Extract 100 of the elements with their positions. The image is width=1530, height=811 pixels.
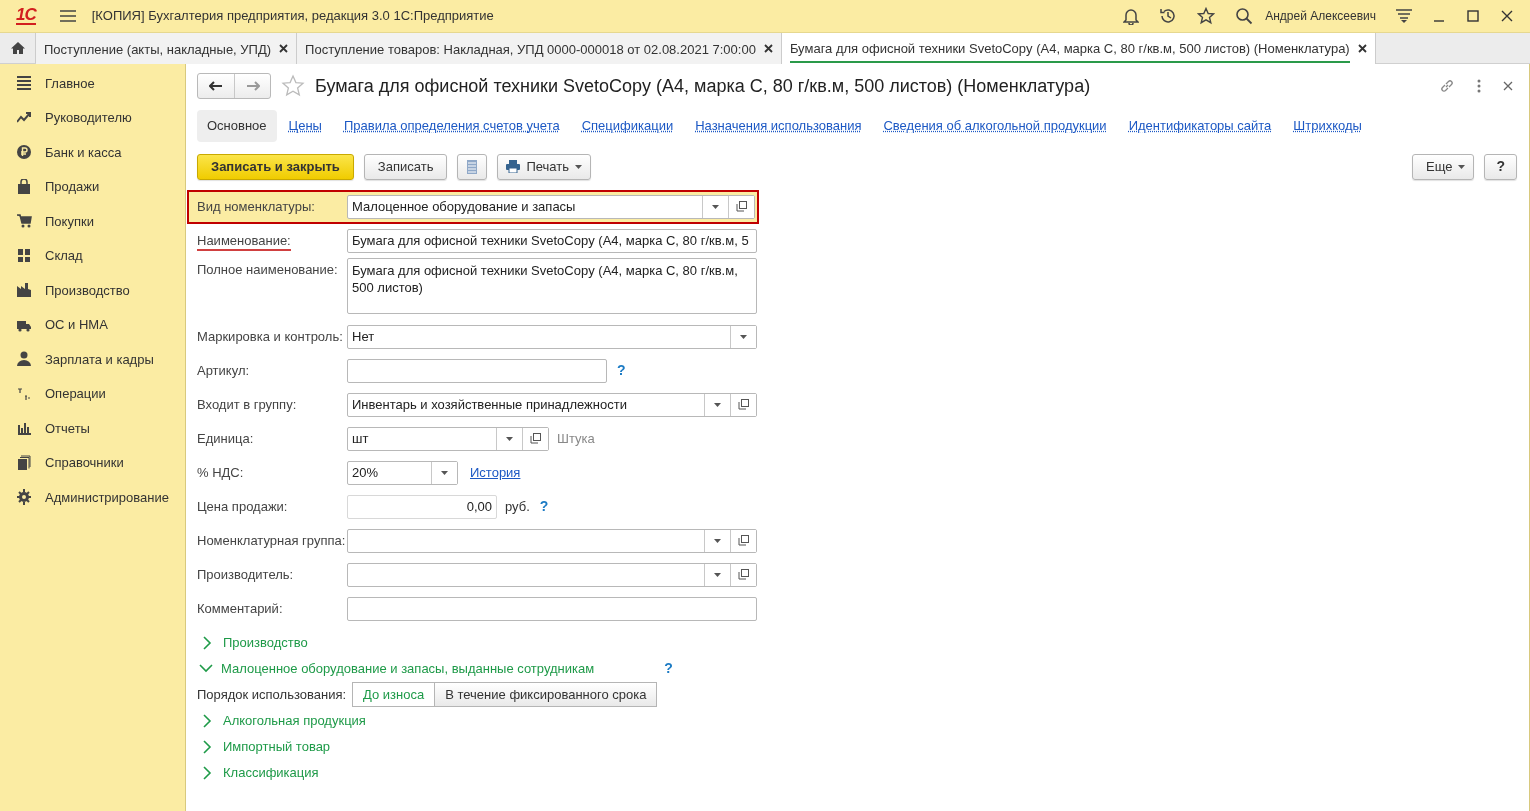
printer-icon: [506, 160, 521, 173]
close-icon[interactable]: [1503, 81, 1513, 91]
bell-icon[interactable]: [1123, 7, 1140, 25]
open-tab[interactable]: Бумага для офисной техники SvetoCopy (А4, марка С, 80 г/кв.м, 500 листов) (Номенклатура): [781, 33, 1376, 64]
open-icon: [736, 201, 747, 212]
form-tab[interactable]: Идентификаторы сайта: [1118, 110, 1282, 142]
combo-field[interactable]: Инвентарь и хозяйственные принадлежности: [347, 392, 757, 417]
star-icon[interactable]: [281, 74, 305, 98]
caret-icon: [1458, 164, 1466, 169]
maximize-icon[interactable]: [1466, 9, 1480, 23]
combo-field[interactable]: 20%: [347, 460, 458, 485]
caret-icon: [441, 470, 448, 475]
caret-icon: [575, 164, 582, 169]
open-button[interactable]: [730, 563, 756, 586]
history-icon[interactable]: [1159, 7, 1178, 25]
coin-icon: [17, 144, 32, 161]
sidebar-item[interactable]: Покупки: [45, 211, 94, 231]
open-button[interactable]: [728, 195, 754, 218]
print-button[interactable]: Печать: [497, 153, 591, 180]
sidebar-item[interactable]: Операции: [45, 384, 106, 404]
combo-field[interactable]: [347, 528, 757, 553]
field-label: Комментарий:: [197, 600, 283, 616]
form-tab[interactable]: Правила определения счетов учета: [333, 110, 570, 142]
field-label: Вид номенклатуры:: [197, 198, 315, 214]
sidebar-item[interactable]: Руководителю: [45, 108, 132, 128]
settings-icon[interactable]: [1396, 9, 1412, 23]
star-icon[interactable]: [1197, 7, 1216, 25]
form-tab[interactable]: Спецификации: [571, 110, 684, 142]
link-icon[interactable]: [1439, 78, 1455, 94]
history-link[interactable]: История: [470, 462, 521, 483]
combo-field[interactable]: Малоценное оборудование и запасы: [347, 194, 755, 219]
dropdown-button[interactable]: [730, 325, 756, 348]
section-header[interactable]: Алкогольная продукция: [223, 710, 366, 731]
help-mark[interactable]: ?: [664, 658, 673, 679]
gear-icon: [17, 489, 32, 506]
close-icon[interactable]: [763, 44, 773, 53]
input-field[interactable]: 0,00: [348, 495, 496, 518]
caret-icon: [712, 204, 719, 209]
books-icon: [17, 454, 32, 471]
list-button[interactable]: [457, 153, 488, 180]
open-icon: [530, 433, 541, 444]
sidebar-item[interactable]: Отчеты: [45, 418, 90, 438]
section-header[interactable]: Импортный товар: [223, 736, 331, 757]
open-button[interactable]: [730, 529, 756, 552]
form-tab[interactable]: Основное: [197, 110, 277, 142]
combo-input[interactable]: Малоценное оборудование и запасы: [348, 195, 702, 218]
form-tab[interactable]: Цены: [278, 110, 332, 142]
list-icon: [17, 75, 32, 92]
open-button[interactable]: [730, 393, 756, 416]
save-button[interactable]: Записать: [363, 153, 448, 180]
option-button[interactable]: До износа: [352, 682, 436, 707]
open-tab[interactable]: Поступление товаров: Накладная, УПД 0000-000018 от 02.08.2021 7:00:00: [297, 33, 782, 64]
field-label: % НДС:: [197, 464, 244, 480]
sidebar-item[interactable]: Продажи: [45, 177, 100, 197]
close-icon[interactable]: [1500, 9, 1514, 23]
home-icon[interactable]: [9, 41, 26, 55]
search-icon[interactable]: [1235, 7, 1254, 25]
help-mark[interactable]: ?: [539, 496, 549, 517]
help-button[interactable]: ?: [1484, 153, 1517, 180]
field-label: Входит в группу:: [197, 396, 297, 412]
combo-field[interactable]: [347, 562, 757, 587]
more-button[interactable]: Еще: [1412, 153, 1475, 180]
sidebar-item[interactable]: Зарплата и кадры: [45, 349, 154, 369]
open-button[interactable]: [522, 427, 548, 450]
more-icon[interactable]: [1477, 79, 1481, 93]
field-label: Порядок использования:: [197, 685, 347, 704]
help-mark[interactable]: ?: [617, 360, 626, 381]
sidebar-item[interactable]: Справочники: [45, 453, 124, 473]
option-button[interactable]: В течение фиксированного срока: [435, 682, 658, 707]
input-field[interactable]: Бумага для офисной техники SvetoCopy (А4, марка С, 80 г/кв.м, 500 листов): [348, 258, 756, 313]
section-header[interactable]: Малоценное оборудование и запасы, выданные сотрудникам: [221, 658, 595, 679]
user-name[interactable]: Андрей Алексеевич: [1265, 7, 1376, 25]
form-tab[interactable]: Назначения использования: [685, 110, 872, 142]
combo-input[interactable]: Инвентарь и хозяйственные принадлежности: [348, 393, 704, 416]
sidebar-item[interactable]: Производство: [45, 280, 130, 300]
section-header[interactable]: Производство: [223, 632, 308, 653]
forward-arrow-icon: [245, 81, 260, 91]
sidebar-item[interactable]: Администрирование: [45, 487, 169, 507]
field-label: Маркировка и контроль:: [197, 328, 343, 344]
form-tab[interactable]: Сведения об алкогольной продукции: [873, 110, 1117, 142]
close-icon[interactable]: [1357, 44, 1367, 53]
sidebar-item[interactable]: Банк и касса: [45, 142, 122, 162]
form-tab[interactable]: Штрихкоды: [1283, 110, 1372, 142]
caret-icon: [506, 436, 513, 441]
input-field[interactable]: Бумага для офисной техники SvetoCopy (А4, марка С, 80 г/кв.м, 5: [348, 229, 756, 252]
section-header[interactable]: Классификация: [223, 762, 319, 783]
field-label: Цена продажи:: [197, 498, 288, 514]
sidebar-item[interactable]: ОС и НМА: [45, 315, 108, 335]
combo-input[interactable]: 20%: [348, 461, 431, 484]
close-icon[interactable]: [279, 44, 289, 53]
unit-label: руб.: [505, 497, 530, 516]
combo-field[interactable]: шт: [347, 426, 549, 451]
menu-icon[interactable]: [59, 10, 76, 22]
save-close-button[interactable]: Записать и закрыть: [197, 153, 354, 180]
dropdown-button[interactable]: [431, 461, 457, 484]
sidebar-item[interactable]: Главное: [45, 73, 95, 93]
combo-input[interactable]: шт: [348, 427, 496, 450]
caret-icon: [714, 572, 721, 577]
open-tab[interactable]: Поступление (акты, накладные, УПД): [36, 33, 298, 64]
sidebar-item[interactable]: Склад: [45, 246, 83, 266]
